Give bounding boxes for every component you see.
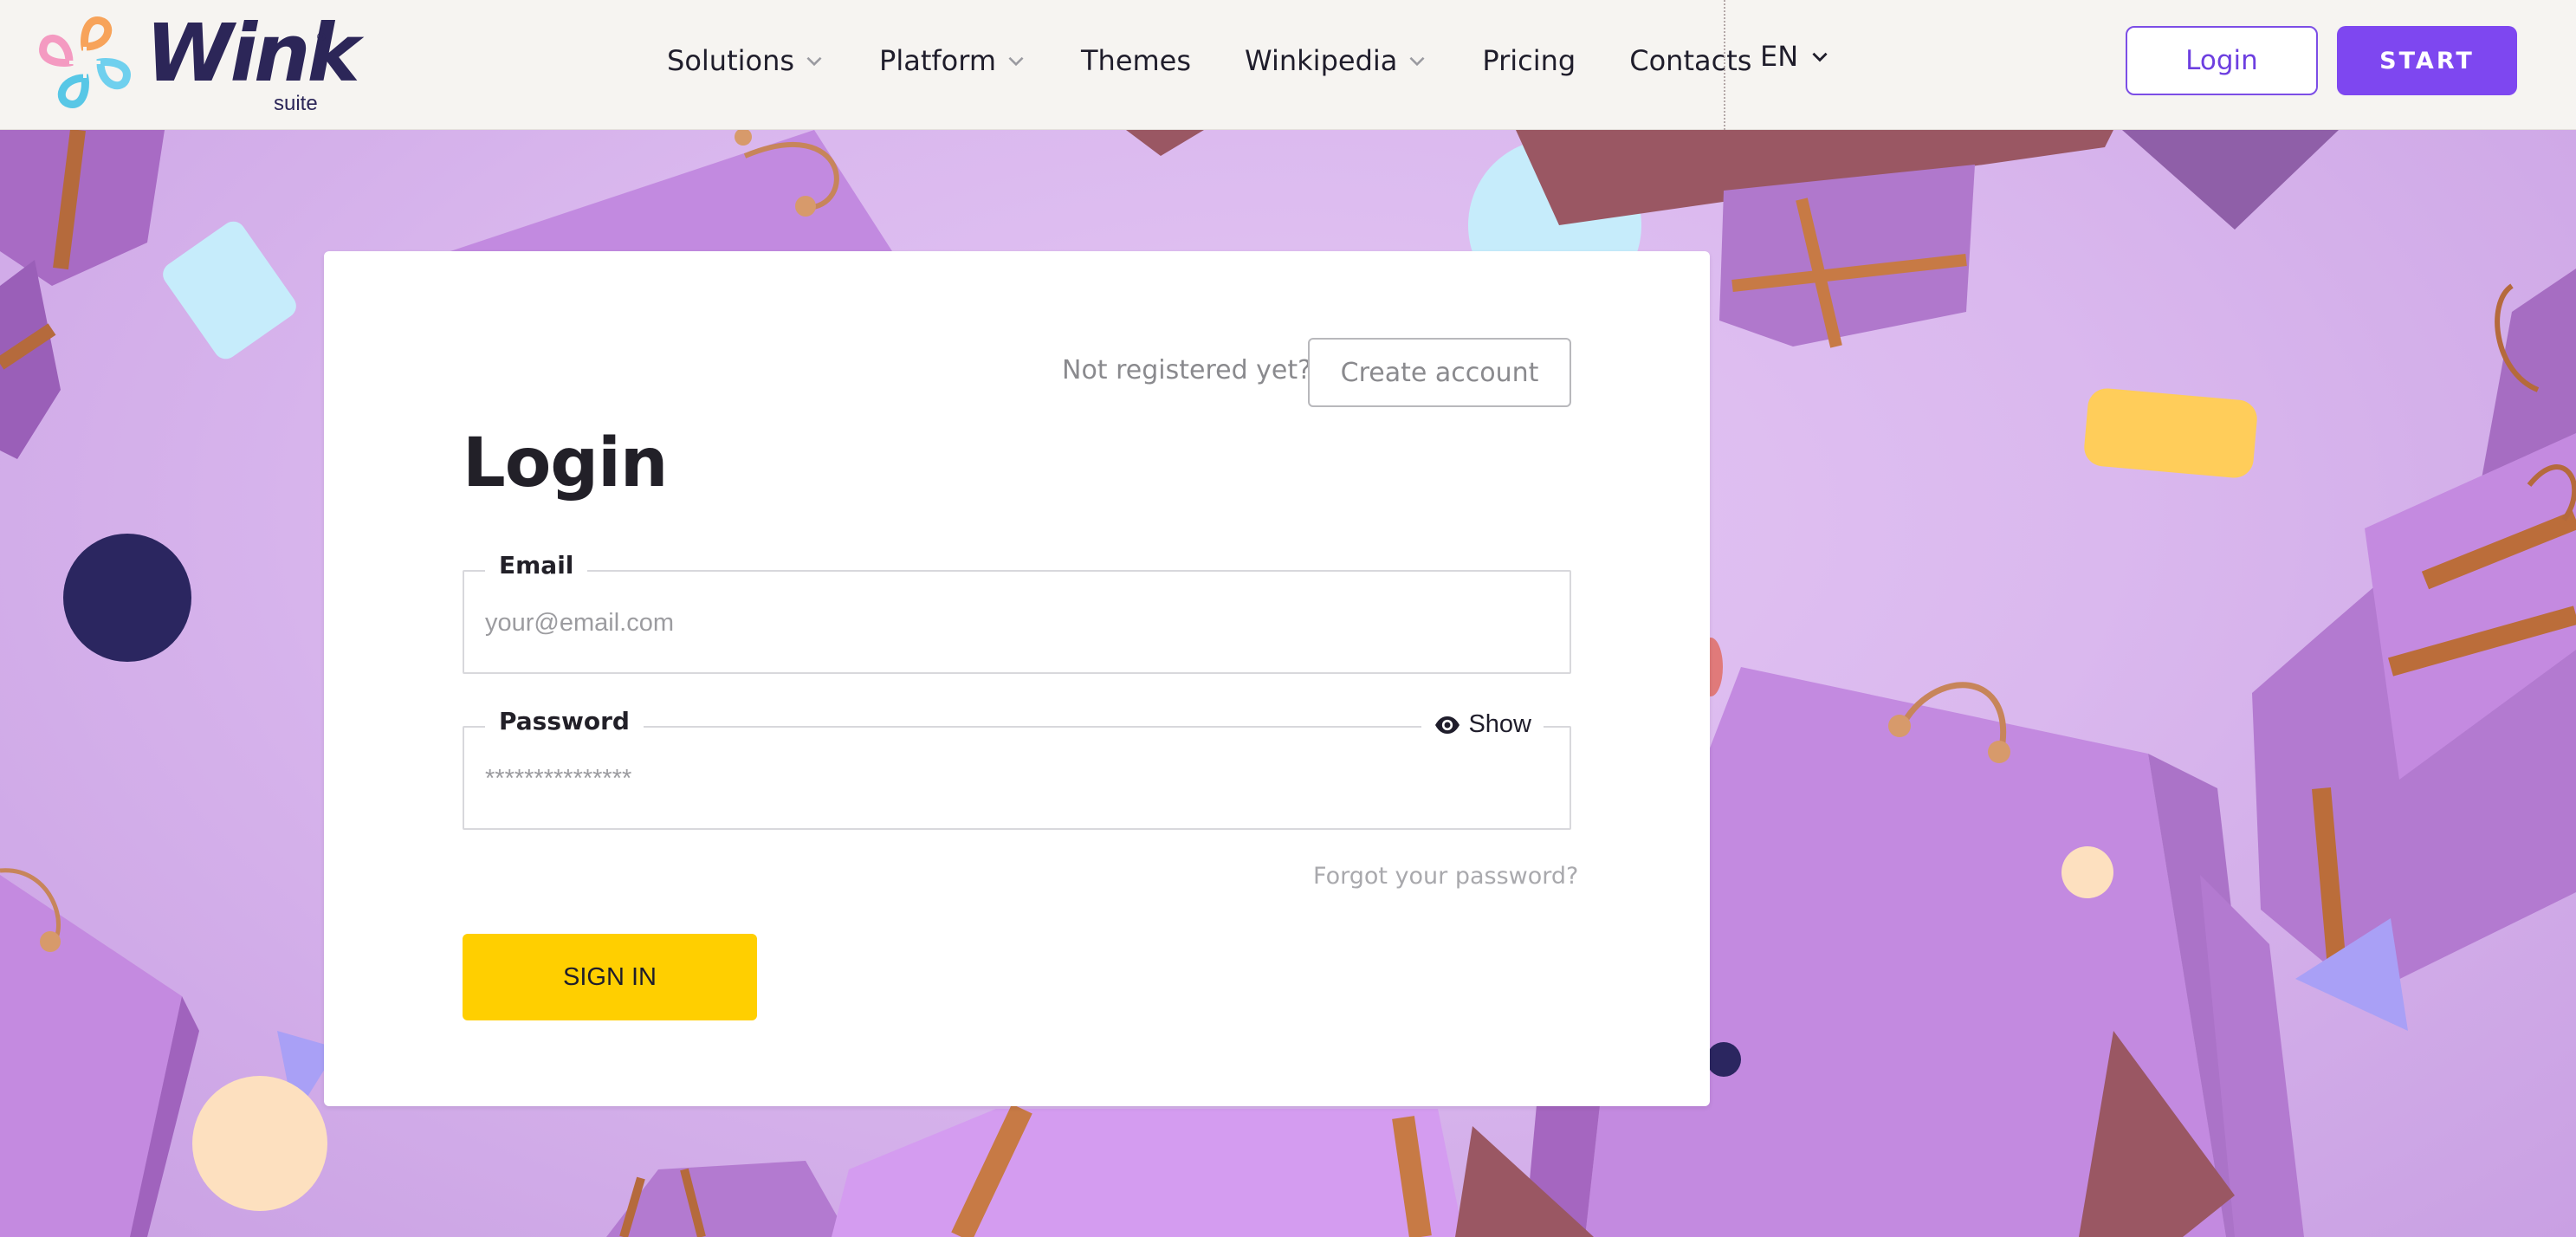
nav-item-label: Contacts bbox=[1629, 44, 1752, 77]
email-label: Email bbox=[485, 551, 588, 580]
top-header: Wink ® suite Solutions Platform Themes W… bbox=[0, 0, 2576, 130]
show-label: Show bbox=[1468, 710, 1531, 738]
not-registered-text: Not registered yet? bbox=[1062, 355, 1312, 385]
nav-item-label: Pricing bbox=[1482, 44, 1576, 77]
chevron-down-icon bbox=[1008, 56, 1024, 67]
language-label: EN bbox=[1760, 40, 1799, 73]
page-title: Login bbox=[463, 424, 668, 502]
logo-subtitle: suite bbox=[274, 92, 318, 115]
show-password-toggle[interactable]: Show bbox=[1421, 710, 1544, 739]
nav-item-solutions[interactable]: Solutions bbox=[667, 44, 825, 77]
nav-divider bbox=[1724, 0, 1725, 130]
nav-item-label: Winkipedia bbox=[1245, 44, 1398, 77]
logo-registered-mark: ® bbox=[317, 29, 327, 43]
nav-item-label: Solutions bbox=[667, 44, 795, 77]
wink-suite-logo[interactable]: Wink ® suite bbox=[35, 7, 360, 116]
nav-item-winkipedia[interactable]: Winkipedia bbox=[1245, 44, 1428, 77]
chevron-down-icon bbox=[806, 56, 822, 67]
logo-wordmark: Wink bbox=[146, 7, 360, 100]
header-login-button[interactable]: Login bbox=[2126, 26, 2318, 95]
nav-item-pricing[interactable]: Pricing bbox=[1482, 44, 1576, 77]
main-nav: Solutions Platform Themes Winkipedia Pri… bbox=[667, 0, 1805, 121]
wink-logo-mark-icon bbox=[39, 16, 131, 108]
email-field: Email bbox=[463, 551, 1571, 674]
nav-item-platform[interactable]: Platform bbox=[879, 44, 1027, 77]
start-button[interactable]: START bbox=[2337, 26, 2517, 95]
chevron-down-icon bbox=[1409, 56, 1425, 67]
nav-item-contacts[interactable]: Contacts bbox=[1629, 44, 1751, 77]
create-account-button[interactable]: Create account bbox=[1308, 338, 1571, 407]
password-input[interactable] bbox=[485, 757, 1524, 800]
password-label: Password bbox=[485, 707, 644, 735]
language-selector[interactable]: EN bbox=[1760, 40, 1831, 73]
eye-icon bbox=[1435, 716, 1460, 734]
nav-item-themes[interactable]: Themes bbox=[1081, 44, 1191, 77]
login-card: Not registered yet? Create account Login… bbox=[324, 251, 1710, 1106]
nav-item-label: Themes bbox=[1080, 44, 1192, 77]
email-input[interactable] bbox=[485, 601, 1524, 644]
sign-in-button[interactable]: SIGN IN bbox=[463, 934, 757, 1020]
chevron-down-icon bbox=[1812, 52, 1828, 62]
password-field: Password Show bbox=[463, 707, 1571, 830]
nav-item-label: Platform bbox=[879, 44, 996, 77]
forgot-password-link[interactable]: Forgot your password? bbox=[1313, 863, 1578, 890]
